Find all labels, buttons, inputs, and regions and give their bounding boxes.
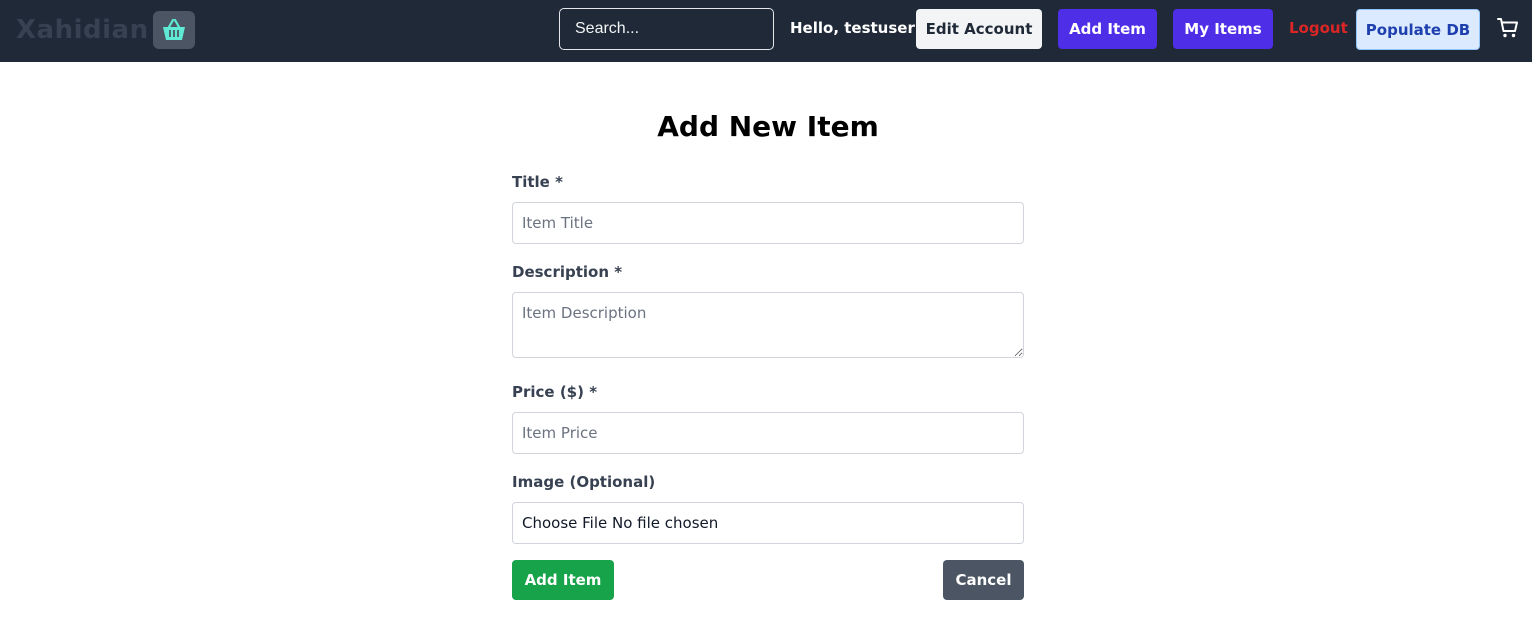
price-label: Price ($) * xyxy=(512,383,598,401)
basket-icon xyxy=(152,11,195,49)
price-input[interactable] xyxy=(512,412,1024,454)
logout-link[interactable]: Logout xyxy=(1289,19,1348,37)
populate-db-button[interactable]: Populate DB xyxy=(1356,9,1480,50)
brand-logo[interactable]: Xahidian xyxy=(16,10,195,50)
user-greeting: Hello, testuser1 xyxy=(790,19,926,37)
cancel-button[interactable]: Cancel xyxy=(943,560,1024,600)
navbar: Xahidian Hello, testuser1 Edit Account A… xyxy=(0,0,1532,62)
description-label: Description * xyxy=(512,263,623,281)
page-title: Add New Item xyxy=(657,110,879,143)
title-input[interactable] xyxy=(512,202,1024,244)
my-items-button[interactable]: My Items xyxy=(1173,9,1273,49)
image-label: Image (Optional) xyxy=(512,473,656,491)
add-item-submit-button[interactable]: Add Item xyxy=(512,560,614,600)
description-input[interactable] xyxy=(512,292,1024,358)
cart-icon[interactable] xyxy=(1497,17,1519,39)
brand-name: Xahidian xyxy=(16,15,149,45)
add-item-nav-button[interactable]: Add Item xyxy=(1058,9,1157,49)
image-file-input[interactable]: Choose File No file chosen xyxy=(512,502,1024,544)
title-label: Title * xyxy=(512,173,563,191)
file-input-text: Choose File No file chosen xyxy=(522,514,719,532)
edit-account-button[interactable]: Edit Account xyxy=(916,9,1042,49)
search-input[interactable] xyxy=(559,8,774,50)
